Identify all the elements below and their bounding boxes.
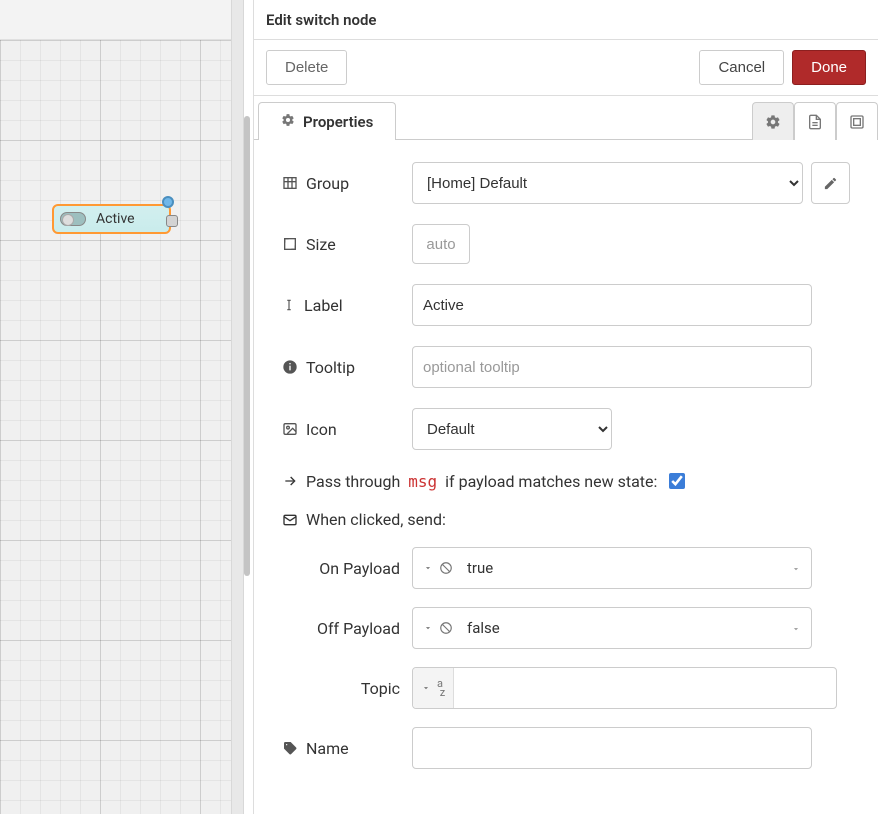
chevron-down-icon (421, 683, 431, 693)
tool-icon-appearance[interactable] (836, 102, 878, 140)
on-payload-label: On Payload (282, 559, 412, 578)
passthrough-row: Pass through msg if payload matches new … (282, 470, 850, 492)
done-button[interactable]: Done (792, 50, 866, 85)
chevron-down-icon (423, 563, 433, 573)
edit-group-button[interactable] (811, 162, 850, 204)
string-type-icon: a z (437, 679, 445, 697)
delete-button[interactable]: Delete (266, 50, 347, 85)
edit-panel: Edit switch node Delete Cancel Done Prop… (253, 0, 878, 814)
node-label: Active (96, 211, 135, 227)
panel-title: Edit switch node (254, 0, 878, 40)
name-label: Name (282, 739, 412, 758)
tab-properties[interactable]: Properties (258, 102, 396, 140)
canvas-scrollbar-track[interactable] (231, 0, 244, 814)
node-status-dot (162, 196, 174, 208)
bool-icon (439, 621, 453, 635)
msg-code: msg (408, 472, 437, 491)
tooltip-input[interactable] (412, 346, 812, 388)
resize-icon (282, 236, 298, 252)
canvas-top-band (0, 0, 244, 40)
switch-node[interactable]: Active (52, 204, 171, 234)
topic-input-wrapper: a z (412, 667, 837, 709)
properties-form: Group [Home] Default Size auto (254, 140, 878, 814)
label-input[interactable] (412, 284, 812, 326)
chevron-down-icon (791, 559, 801, 578)
switch-icon (60, 212, 86, 226)
info-icon (282, 359, 298, 375)
bool-icon (439, 561, 453, 575)
name-input[interactable] (412, 727, 812, 769)
group-label: Group (282, 174, 412, 193)
label-label: Label (282, 296, 412, 315)
group-select[interactable]: [Home] Default (412, 162, 803, 204)
when-clicked-label: When clicked, send: (282, 510, 850, 529)
passthrough-checkbox[interactable] (669, 473, 685, 489)
canvas-scrollbar-thumb[interactable] (244, 116, 250, 576)
node-output-port[interactable] (166, 215, 178, 227)
tab-properties-label: Properties (303, 113, 373, 131)
tabs-row: Properties (254, 96, 878, 140)
flow-canvas[interactable] (0, 0, 244, 814)
panel-actions: Delete Cancel Done (254, 40, 878, 96)
icon-label: Icon (282, 420, 412, 439)
envelope-icon (282, 512, 298, 528)
gear-icon (281, 113, 295, 131)
image-icon (282, 421, 298, 437)
topic-label: Topic (282, 679, 412, 698)
size-button[interactable]: auto (412, 224, 470, 264)
tool-icon-settings[interactable] (752, 102, 794, 140)
on-payload-input[interactable]: true (412, 547, 812, 589)
size-label: Size (282, 235, 412, 254)
tooltip-label: Tooltip (282, 358, 412, 377)
text-cursor-icon (282, 297, 296, 313)
topic-input[interactable] (454, 668, 826, 708)
chevron-down-icon (791, 619, 801, 638)
chevron-down-icon (423, 623, 433, 633)
tool-icon-docs[interactable] (794, 102, 836, 140)
off-payload-input[interactable]: false (412, 607, 812, 649)
icon-select[interactable]: Default (412, 408, 612, 450)
cancel-button[interactable]: Cancel (699, 50, 784, 85)
table-icon (282, 175, 298, 191)
pencil-icon (823, 176, 838, 191)
arrow-right-icon (282, 473, 298, 489)
tag-icon (282, 740, 298, 756)
off-payload-label: Off Payload (282, 619, 412, 638)
